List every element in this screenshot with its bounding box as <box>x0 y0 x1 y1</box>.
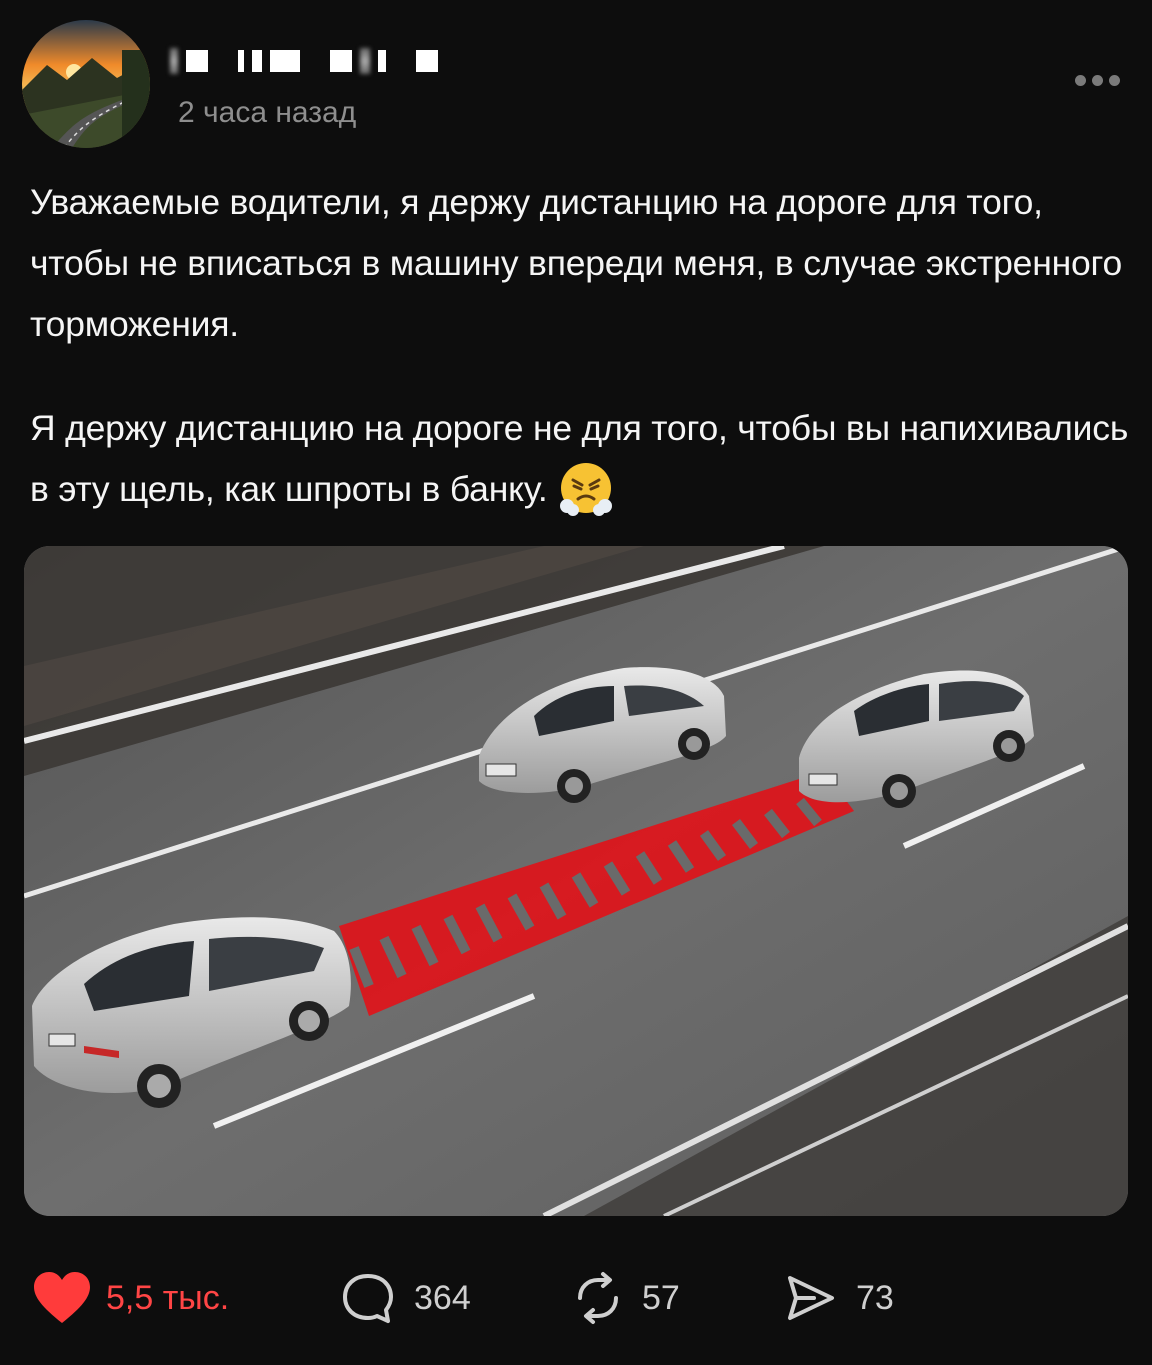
heart-icon <box>32 1271 92 1325</box>
share-count: 73 <box>856 1278 894 1317</box>
repost-count: 57 <box>642 1278 680 1317</box>
post-paragraph-2: Я держу дистанцию на дороге не для того,… <box>30 398 1140 520</box>
more-options-button[interactable] <box>1068 60 1126 100</box>
post-actions: 5,5 тыс. 364 57 73 <box>0 1258 1152 1338</box>
comment-icon <box>340 1270 396 1326</box>
post-card: 2 часа назад Уважаемые водители, я держу… <box>0 0 1152 1365</box>
angry-emoji-icon <box>558 460 614 516</box>
repost-button[interactable]: 57 <box>572 1258 680 1338</box>
more-icon-dot <box>1108 74 1120 86</box>
post-image[interactable] <box>24 546 1128 1216</box>
more-icon <box>1074 74 1086 86</box>
like-button[interactable]: 5,5 тыс. <box>32 1258 229 1338</box>
repost-icon <box>572 1270 624 1326</box>
post-text: Уважаемые водители, я держу дистанцию на… <box>30 172 1140 520</box>
share-icon <box>784 1271 838 1325</box>
highway-illustration <box>24 546 1128 1216</box>
more-icon-dot <box>1091 74 1103 86</box>
avatar-image <box>22 20 150 148</box>
share-button[interactable]: 73 <box>784 1258 894 1338</box>
author-name-redacted[interactable] <box>170 46 470 76</box>
like-count: 5,5 тыс. <box>106 1278 230 1317</box>
post-timestamp: 2 часа назад <box>178 96 357 129</box>
post-paragraph-1: Уважаемые водители, я держу дистанцию на… <box>30 182 1123 344</box>
comment-button[interactable]: 364 <box>340 1258 471 1338</box>
author-avatar[interactable] <box>22 20 150 148</box>
comment-count: 364 <box>414 1278 471 1317</box>
